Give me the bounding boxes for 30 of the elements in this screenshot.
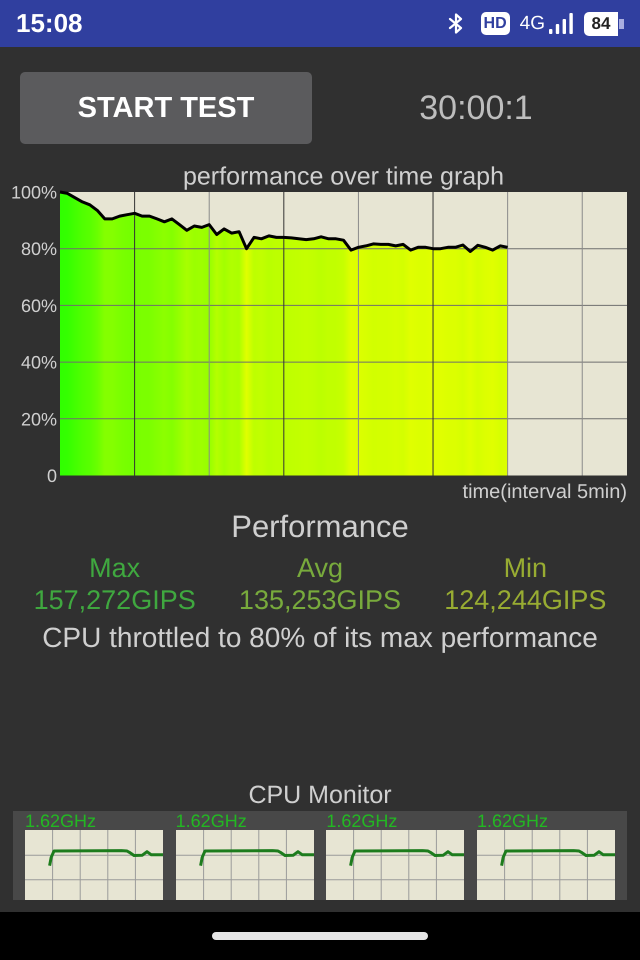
battery-indicator: 84 — [584, 12, 624, 36]
clock-time: 15:08 — [16, 8, 82, 39]
core-frequency: 1.62GHz — [326, 812, 398, 830]
y-axis-label: 20% — [20, 409, 57, 430]
y-axis-label: 60% — [20, 296, 57, 316]
stat-value: 157,272GIPS — [34, 584, 196, 616]
stat-value: 124,244GIPS — [444, 584, 606, 616]
network-type: 4G — [520, 12, 545, 34]
x-axis-label: time(interval 5min) — [462, 481, 627, 503]
chart-title: performance over time graph — [183, 162, 504, 190]
core-frequency: 1.62GHz — [25, 812, 96, 830]
core-frequency: 1.62GHz — [176, 812, 247, 830]
home-indicator[interactable] — [212, 932, 428, 940]
y-axis-label: 40% — [20, 352, 57, 373]
cpu-monitor-heading: CPU Monitor — [248, 780, 392, 810]
signal-icon — [549, 13, 573, 34]
y-axis-label: 80% — [20, 239, 57, 260]
y-axis-label: 100% — [10, 182, 57, 202]
throttle-summary: CPU throttled to 80% of its max performance — [42, 622, 598, 654]
bluetooth-icon — [448, 13, 464, 34]
hd-indicator: HD — [480, 12, 510, 35]
stat-label: Avg — [296, 552, 344, 584]
y-axis-label: 0 — [46, 466, 57, 486]
stat-label: Max — [89, 552, 140, 584]
stat-value: 135,253GIPS — [238, 584, 402, 616]
timer-text: 30:00:1 — [419, 88, 533, 128]
performance-heading: Performance — [231, 509, 409, 545]
start-test-button[interactable]: START TEST — [20, 72, 312, 144]
stat-label: Min — [504, 552, 548, 584]
core-frequency: 1.62GHz — [476, 812, 548, 830]
